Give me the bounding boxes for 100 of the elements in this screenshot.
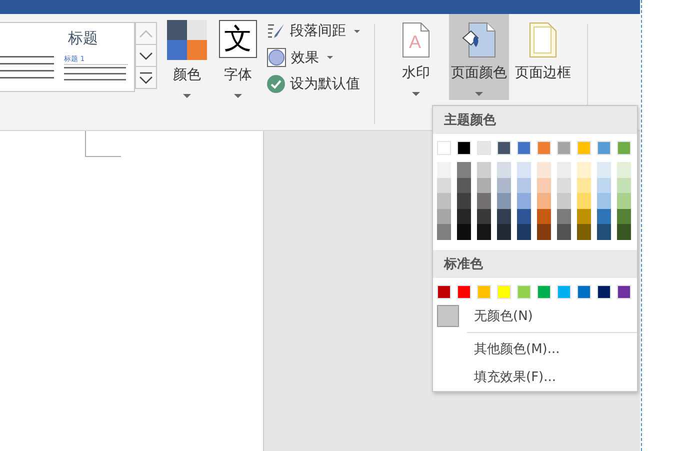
color-swatch[interactable] [557, 178, 571, 194]
color-swatch[interactable] [437, 208, 451, 224]
color-swatch[interactable] [617, 208, 631, 224]
scroll-down-button[interactable] [135, 44, 157, 67]
color-swatch[interactable] [497, 284, 511, 299]
color-swatch[interactable] [617, 193, 631, 209]
menu-item-label: 其他颜色(M)... [474, 340, 560, 358]
menu-item-label: 无颜色(N) [474, 308, 533, 325]
color-swatch[interactable] [537, 284, 551, 299]
color-swatch[interactable] [617, 224, 631, 240]
color-swatch[interactable] [597, 178, 611, 194]
ribbon-button[interactable]: A 水印 [387, 14, 445, 100]
color-swatch[interactable] [437, 178, 451, 194]
color-swatch[interactable] [537, 178, 551, 194]
color-swatch[interactable] [497, 162, 511, 178]
ribbon-button[interactable]: 文 字体 [217, 14, 259, 102]
color-swatch[interactable] [617, 284, 631, 299]
color-swatch[interactable] [477, 141, 491, 155]
chevron-up-icon [139, 30, 153, 38]
color-swatch[interactable] [597, 193, 611, 209]
ribbon-option-button[interactable]: 效果 [267, 46, 360, 69]
color-swatch[interactable] [577, 162, 591, 178]
caret-icon [234, 94, 242, 98]
color-swatch[interactable] [577, 224, 591, 240]
color-swatch[interactable] [437, 162, 451, 178]
color-swatch[interactable] [577, 178, 591, 194]
color-swatch[interactable] [477, 178, 491, 194]
color-swatch[interactable] [437, 193, 451, 209]
color-swatch[interactable] [517, 284, 531, 299]
color-swatch[interactable] [577, 284, 591, 299]
color-swatch[interactable] [497, 224, 511, 240]
effects-icon [267, 48, 286, 67]
color-swatch[interactable] [597, 224, 611, 240]
page-color-icon [462, 22, 496, 58]
ribbon-button[interactable]: 页面边框 [513, 14, 573, 100]
color-swatch[interactable] [477, 224, 491, 240]
color-swatch[interactable] [577, 141, 591, 155]
color-swatch[interactable] [597, 284, 611, 299]
menu-heading: 主题颜色 [433, 106, 637, 134]
page-border-icon [529, 22, 557, 58]
check-icon [267, 75, 285, 93]
color-swatch[interactable] [457, 284, 471, 299]
color-swatch[interactable] [457, 193, 471, 209]
color-swatch[interactable] [477, 284, 491, 299]
color-swatch[interactable] [457, 178, 471, 194]
color-swatch[interactable] [517, 208, 531, 224]
color-swatch[interactable] [557, 224, 571, 240]
color-swatch[interactable] [557, 284, 571, 299]
caret-icon [183, 94, 191, 98]
color-swatch[interactable] [497, 208, 511, 224]
color-swatch[interactable] [437, 141, 451, 155]
color-swatch[interactable] [517, 178, 531, 194]
font-icon: 文 [219, 20, 257, 58]
color-swatch[interactable] [577, 193, 591, 209]
color-swatch[interactable] [537, 162, 551, 178]
color-swatch[interactable] [517, 162, 531, 178]
color-swatch[interactable] [577, 208, 591, 224]
color-swatch[interactable] [537, 224, 551, 240]
menu-item[interactable]: 其他颜色(M)... [433, 334, 637, 363]
watermark-icon: A [402, 22, 430, 58]
color-swatch[interactable] [457, 224, 471, 240]
color-swatch[interactable] [457, 208, 471, 224]
color-swatch[interactable] [437, 284, 451, 299]
color-swatch[interactable] [597, 141, 611, 155]
color-swatch[interactable] [457, 141, 471, 155]
color-swatch[interactable] [557, 208, 571, 224]
color-swatch[interactable] [517, 224, 531, 240]
color-swatch[interactable] [557, 162, 571, 178]
color-swatch[interactable] [497, 178, 511, 194]
color-swatch[interactable] [477, 162, 491, 178]
ribbon-option-button[interactable]: 段落间距 [267, 20, 360, 42]
ribbon-button[interactable]: 页面颜色 [449, 14, 509, 100]
menu-heading: 标准色 [433, 250, 637, 278]
color-swatch[interactable] [477, 193, 491, 209]
color-swatch[interactable] [537, 193, 551, 209]
color-swatch[interactable] [557, 193, 571, 209]
color-swatch[interactable] [617, 162, 631, 178]
menu-item-label: 填充效果(F)... [474, 368, 556, 386]
ribbon-button[interactable]: 颜色 [165, 14, 209, 102]
color-swatch[interactable] [537, 208, 551, 224]
expand-icon [139, 72, 153, 84]
color-swatch[interactable] [617, 178, 631, 194]
chevron-down-icon [139, 52, 153, 60]
more-styles-button[interactable] [135, 66, 157, 89]
color-swatch[interactable] [497, 193, 511, 209]
color-swatch[interactable] [457, 162, 471, 178]
menu-item[interactable]: 无颜色(N) [433, 302, 637, 330]
color-swatch[interactable] [597, 162, 611, 178]
color-swatch[interactable] [517, 193, 531, 209]
color-swatch[interactable] [497, 141, 511, 155]
color-swatch[interactable] [477, 208, 491, 224]
color-swatch[interactable] [537, 141, 551, 155]
color-swatch[interactable] [617, 141, 631, 155]
menu-item[interactable]: 填充效果(F)... [433, 362, 637, 391]
color-swatch[interactable] [557, 141, 571, 155]
color-swatch[interactable] [517, 141, 531, 155]
ribbon-option-button[interactable]: 设为默认值 [267, 73, 360, 95]
margin-corner-mark [85, 131, 121, 157]
color-swatch[interactable] [437, 224, 451, 240]
color-swatch[interactable] [597, 208, 611, 224]
